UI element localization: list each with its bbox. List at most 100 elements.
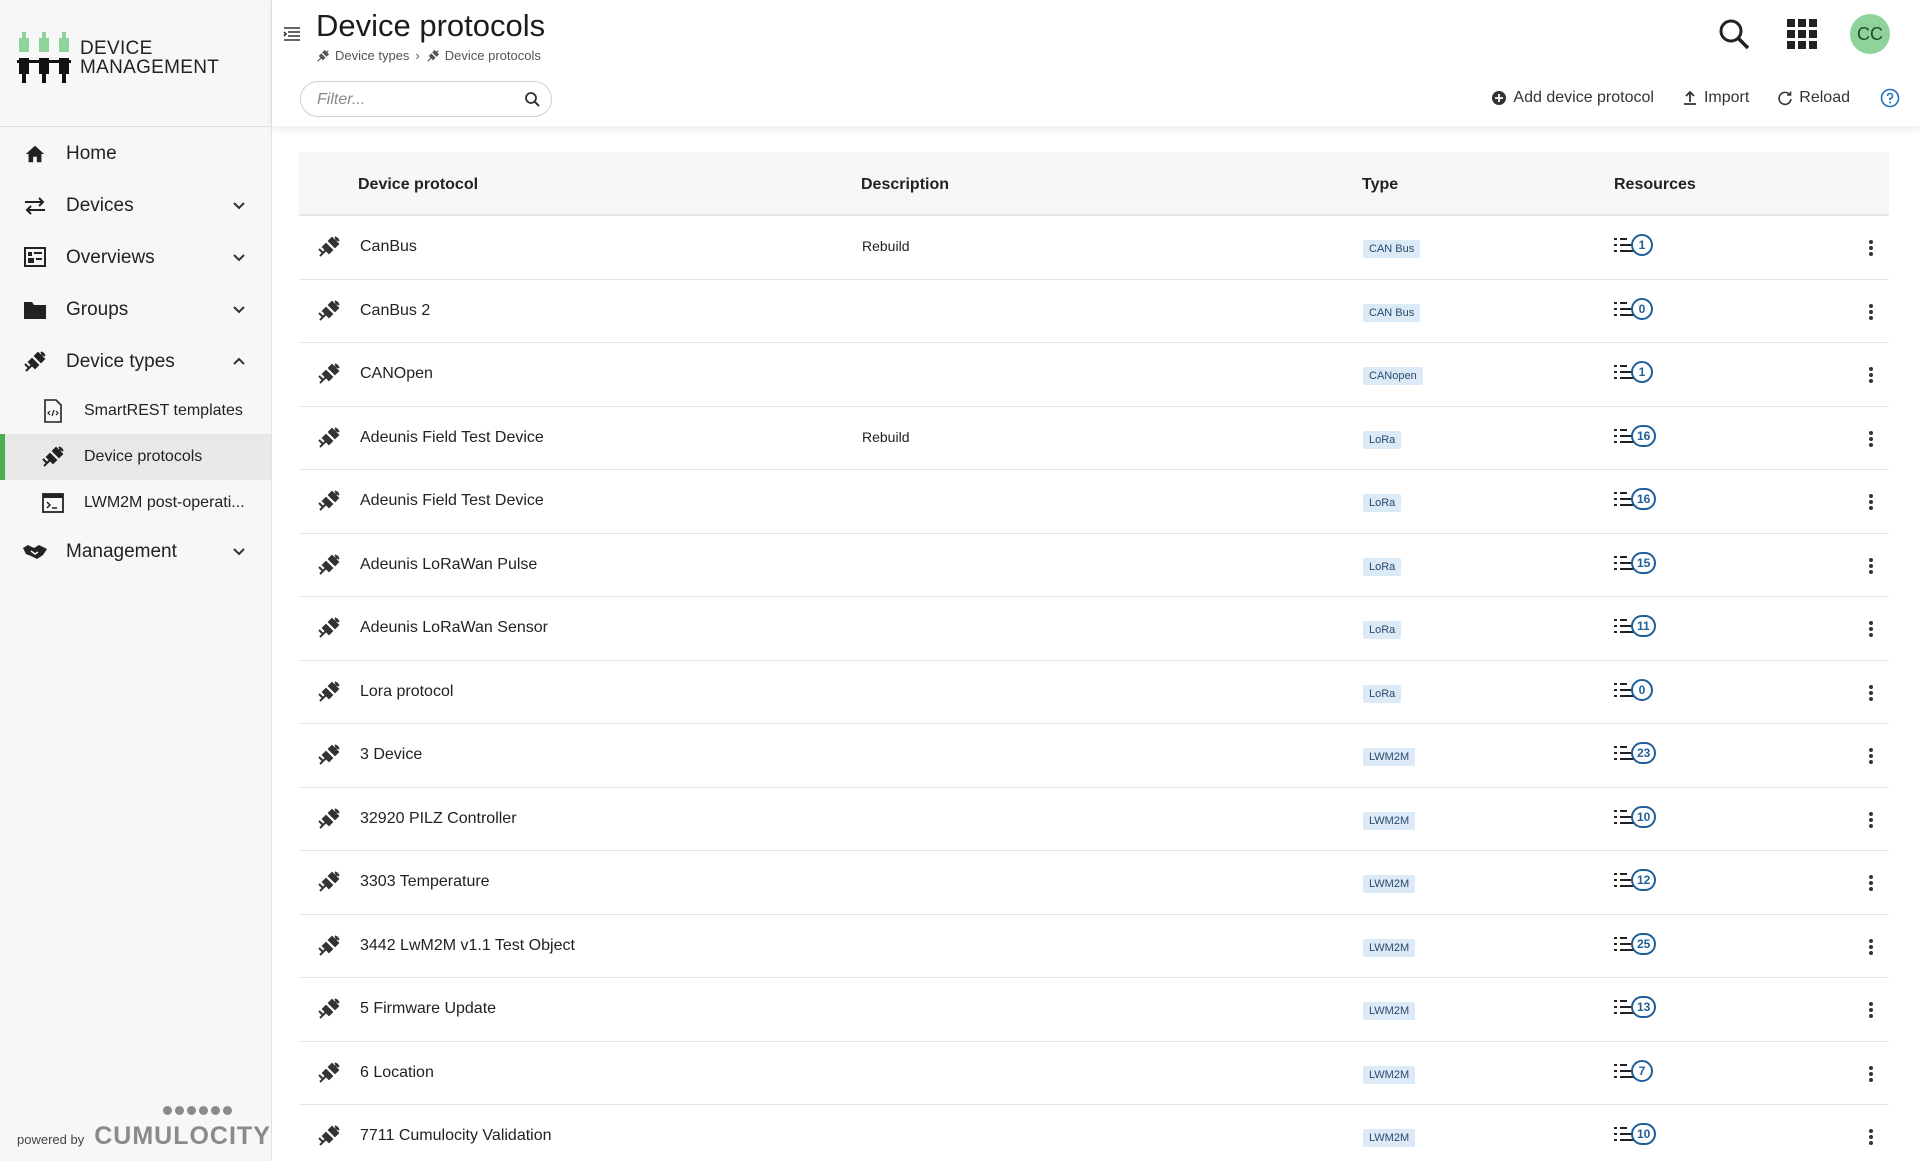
upload-icon bbox=[1683, 90, 1696, 105]
more-vertical-icon[interactable] bbox=[1861, 681, 1881, 705]
protocol-name-link[interactable]: CanBus bbox=[360, 238, 417, 256]
search-icon[interactable] bbox=[1714, 14, 1754, 54]
sidebar-item-device-protocols[interactable]: Device protocols bbox=[0, 434, 271, 480]
device-management-logo-icon bbox=[17, 32, 71, 83]
table-row[interactable]: Adeunis Field Test Device LoRa 16 bbox=[299, 470, 1889, 534]
table-row[interactable]: 3442 LwM2M v1.1 Test Object LWM2M 25 bbox=[299, 914, 1889, 978]
protocol-name-link[interactable]: 6 Location bbox=[360, 1064, 434, 1082]
more-vertical-icon[interactable] bbox=[1861, 1062, 1881, 1086]
swap-arrows-icon bbox=[22, 193, 48, 219]
more-vertical-icon[interactable] bbox=[1861, 236, 1881, 260]
protocol-name-link[interactable]: 7711 Cumulocity Validation bbox=[360, 1127, 552, 1145]
table-row[interactable]: Adeunis Field Test Device Rebuild LoRa 1… bbox=[299, 406, 1889, 470]
resources-count-badge: 1 bbox=[1631, 234, 1653, 256]
table-row[interactable]: CanBus Rebuild CAN Bus 1 bbox=[299, 216, 1889, 280]
chevron-down-icon bbox=[233, 254, 245, 262]
more-vertical-icon[interactable] bbox=[1861, 1125, 1881, 1149]
device-protocol-icon bbox=[40, 444, 66, 470]
table-row[interactable]: 3 Device LWM2M 23 bbox=[299, 724, 1889, 788]
chevron-up-icon bbox=[233, 357, 245, 365]
import-button[interactable]: Import bbox=[1682, 89, 1749, 107]
protocol-name-link[interactable]: Lora protocol bbox=[360, 683, 453, 701]
sidebar-item-groups[interactable]: Groups bbox=[0, 284, 271, 336]
sidebar-item-devices[interactable]: Devices bbox=[0, 180, 271, 232]
more-vertical-icon[interactable] bbox=[1861, 617, 1881, 641]
table-row[interactable]: 5 Firmware Update LWM2M 13 bbox=[299, 978, 1889, 1042]
more-vertical-icon[interactable] bbox=[1861, 554, 1881, 578]
column-header-type[interactable]: Type bbox=[1362, 176, 1398, 194]
protocol-name-link[interactable]: 3303 Temperature bbox=[360, 873, 490, 891]
app-name-line2: MANAGEMENT bbox=[80, 57, 220, 78]
filter-field[interactable] bbox=[300, 81, 552, 117]
more-vertical-icon[interactable] bbox=[1861, 935, 1881, 959]
filter-input[interactable] bbox=[317, 90, 517, 110]
table-row[interactable]: 6 Location LWM2M 7 bbox=[299, 1041, 1889, 1105]
sidebar-item-smartrest-templates[interactable]: SmartREST templates bbox=[0, 388, 271, 434]
protocol-name-link[interactable]: 3 Device bbox=[360, 746, 422, 764]
resources-indicator: 1 bbox=[1613, 359, 1653, 385]
more-vertical-icon[interactable] bbox=[1861, 427, 1881, 451]
more-vertical-icon[interactable] bbox=[1861, 744, 1881, 768]
table-row[interactable]: Adeunis LoRaWan Sensor LoRa 11 bbox=[299, 597, 1889, 661]
protocol-name-link[interactable]: 3442 LwM2M v1.1 Test Object bbox=[360, 937, 575, 955]
protocol-name-link[interactable]: Adeunis Field Test Device bbox=[360, 492, 544, 510]
protocol-name-link[interactable]: CanBus 2 bbox=[360, 302, 430, 320]
more-vertical-icon[interactable] bbox=[1861, 300, 1881, 324]
resources-indicator: 0 bbox=[1613, 677, 1653, 703]
help-icon[interactable] bbox=[1880, 88, 1900, 108]
table-row[interactable]: Adeunis LoRaWan Pulse LoRa 15 bbox=[299, 533, 1889, 597]
more-vertical-icon[interactable] bbox=[1861, 363, 1881, 387]
resources-count-badge: 25 bbox=[1631, 932, 1657, 955]
table-row[interactable]: Lora protocol LoRa 0 bbox=[299, 660, 1889, 724]
resources-count-badge: 1 bbox=[1631, 361, 1653, 383]
app-logo[interactable]: DEVICE MANAGEMENT bbox=[17, 32, 219, 84]
breadcrumb-item-device-protocols[interactable]: Device protocols bbox=[445, 48, 541, 63]
table-row[interactable]: 3303 Temperature LWM2M 12 bbox=[299, 851, 1889, 915]
sidebar-item-lwm2m-post-operations[interactable]: LWM2M post-operati... bbox=[0, 480, 271, 526]
menu-toggle-icon[interactable] bbox=[282, 24, 302, 44]
table-row[interactable]: 32920 PILZ Controller LWM2M 10 bbox=[299, 787, 1889, 851]
protocol-name-link[interactable]: Adeunis LoRaWan Pulse bbox=[360, 556, 537, 574]
protocol-name-link[interactable]: 32920 PILZ Controller bbox=[360, 810, 517, 828]
protocol-type-badge: LWM2M bbox=[1363, 1129, 1416, 1147]
sidebar-item-device-types[interactable]: Device types bbox=[0, 336, 271, 388]
protocol-name-link[interactable]: Adeunis Field Test Device bbox=[360, 429, 544, 447]
breadcrumb-item-device-types[interactable]: Device types bbox=[335, 48, 409, 63]
brand-name: CUMULOCITY bbox=[94, 1122, 271, 1150]
avatar[interactable]: CC bbox=[1850, 14, 1890, 54]
more-vertical-icon[interactable] bbox=[1861, 871, 1881, 895]
resources-count-badge: 16 bbox=[1631, 424, 1657, 447]
protocol-name-link[interactable]: Adeunis LoRaWan Sensor bbox=[360, 619, 548, 637]
add-device-protocol-button[interactable]: Add device protocol bbox=[1491, 89, 1654, 107]
table-row[interactable]: CanBus 2 CAN Bus 0 bbox=[299, 279, 1889, 343]
more-vertical-icon[interactable] bbox=[1861, 808, 1881, 832]
column-header-device-protocol[interactable]: Device protocol bbox=[358, 176, 478, 194]
resources-count-badge: 12 bbox=[1631, 869, 1657, 891]
protocol-name-link[interactable]: 5 Firmware Update bbox=[360, 1000, 496, 1018]
device-type-icon bbox=[22, 349, 48, 375]
protocol-name-link[interactable]: CANOpen bbox=[360, 365, 433, 383]
search-icon[interactable] bbox=[524, 91, 541, 108]
app-switcher-icon[interactable] bbox=[1782, 14, 1822, 54]
column-header-description[interactable]: Description bbox=[861, 176, 949, 194]
more-vertical-icon[interactable] bbox=[1861, 490, 1881, 514]
table-row[interactable]: CANOpen CANopen 1 bbox=[299, 343, 1889, 407]
reload-button[interactable]: Reload bbox=[1777, 89, 1850, 107]
column-header-resources[interactable]: Resources bbox=[1614, 176, 1696, 194]
sidebar-item-overviews[interactable]: Overviews bbox=[0, 232, 271, 284]
protocol-type-badge: LWM2M bbox=[1363, 875, 1416, 893]
more-vertical-icon[interactable] bbox=[1861, 998, 1881, 1022]
sidebar-item-label: LWM2M post-operati... bbox=[84, 494, 245, 511]
sidebar-item-management[interactable]: Management bbox=[0, 526, 271, 578]
device-protocol-icon bbox=[318, 1125, 340, 1146]
dashboard-icon bbox=[22, 245, 48, 271]
protocol-description: Rebuild bbox=[862, 428, 910, 445]
reload-icon bbox=[1778, 91, 1793, 106]
sidebar-item-label: Home bbox=[66, 143, 117, 164]
chevron-down-icon bbox=[233, 202, 245, 210]
sidebar-item-label: Devices bbox=[66, 195, 134, 216]
sidebar-item-home[interactable]: Home bbox=[0, 128, 271, 180]
table-row[interactable]: 7711 Cumulocity Validation LWM2M 10 bbox=[299, 1105, 1889, 1161]
protocol-type-badge: LoRa bbox=[1363, 621, 1402, 639]
device-protocol-icon bbox=[318, 490, 340, 511]
